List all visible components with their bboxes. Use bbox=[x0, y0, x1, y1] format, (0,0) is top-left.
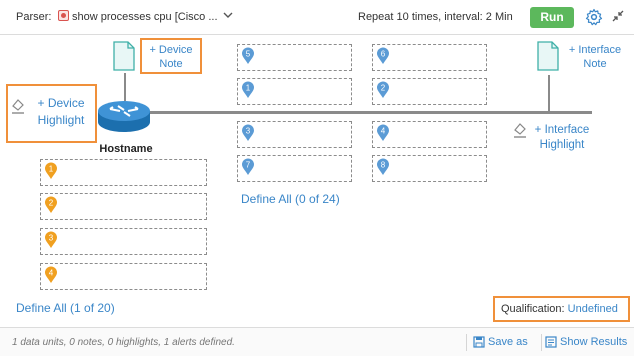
interface-note-icon[interactable] bbox=[537, 41, 559, 71]
results-icon[interactable] bbox=[545, 336, 557, 348]
svg-text:6: 6 bbox=[381, 50, 386, 59]
map-pin-icon: 6 bbox=[376, 47, 390, 65]
interface-data-slot[interactable]: 4 bbox=[372, 121, 487, 148]
interface-data-slot[interactable]: 8 bbox=[372, 155, 487, 182]
device-note-icon[interactable] bbox=[113, 41, 135, 71]
map-pin-icon: 4 bbox=[44, 266, 58, 284]
interface-data-slot[interactable]: 6 bbox=[372, 44, 487, 71]
add-device-highlight-link[interactable]: + Device Highlight bbox=[28, 95, 94, 129]
save-as-button[interactable]: Save as bbox=[488, 336, 528, 348]
add-interface-highlight-link[interactable]: + Interface Highlight bbox=[528, 123, 596, 153]
qualification-text: Qualification: Undefined bbox=[501, 303, 618, 315]
parser-select[interactable]: show processes cpu [Cisco ... bbox=[72, 11, 218, 23]
device-data-slot[interactable]: 1 bbox=[40, 159, 207, 186]
map-pin-icon: 3 bbox=[44, 231, 58, 249]
highlighter-icon bbox=[12, 99, 24, 114]
map-pin-icon: 2 bbox=[376, 81, 390, 99]
interface-define-all-link[interactable]: Define All (0 of 24) bbox=[241, 192, 340, 206]
add-device-note-link[interactable]: + Device Note bbox=[142, 43, 200, 71]
definition-summary: 1 data units, 0 notes, 0 highlights, 1 a… bbox=[12, 337, 235, 348]
map-pin-icon: 8 bbox=[376, 158, 390, 176]
svg-text:4: 4 bbox=[49, 269, 54, 278]
svg-text:1: 1 bbox=[246, 84, 251, 93]
chevron-down-icon[interactable] bbox=[222, 9, 234, 21]
svg-text:3: 3 bbox=[246, 127, 251, 136]
svg-text:3: 3 bbox=[49, 234, 54, 243]
map-pin-icon: 3 bbox=[241, 124, 255, 142]
gear-icon[interactable] bbox=[585, 8, 603, 26]
map-pin-icon: 5 bbox=[241, 47, 255, 65]
interface-data-slot[interactable]: 7 bbox=[237, 155, 352, 182]
map-pin-icon: 7 bbox=[241, 158, 255, 176]
svg-text:2: 2 bbox=[49, 199, 54, 208]
add-interface-note-link[interactable]: + Interface Note bbox=[562, 43, 628, 71]
interface-data-slot[interactable]: 2 bbox=[372, 78, 487, 105]
status-bar: 1 data units, 0 notes, 0 highlights, 1 a… bbox=[0, 327, 634, 356]
qualification-box[interactable]: Qualification: Undefined bbox=[493, 296, 630, 322]
status-divider bbox=[466, 334, 467, 351]
interface-data-slot[interactable]: 5 bbox=[237, 44, 352, 71]
svg-text:7: 7 bbox=[246, 161, 251, 170]
device-data-slot[interactable]: 4 bbox=[40, 263, 207, 290]
interface-data-slot[interactable]: 3 bbox=[237, 121, 352, 148]
parser-icon bbox=[58, 10, 69, 21]
interface-note-connector bbox=[548, 75, 550, 112]
run-button[interactable]: Run bbox=[530, 7, 574, 28]
show-results-button[interactable]: Show Results bbox=[560, 336, 627, 348]
toolbar: Parser: show processes cpu [Cisco ... Re… bbox=[0, 0, 634, 35]
device-data-slot[interactable]: 3 bbox=[40, 228, 207, 255]
svg-text:5: 5 bbox=[246, 50, 251, 59]
svg-text:1: 1 bbox=[49, 165, 54, 174]
svg-text:2: 2 bbox=[381, 84, 386, 93]
svg-text:8: 8 bbox=[381, 161, 386, 170]
map-pin-icon: 1 bbox=[44, 162, 58, 180]
qapp-canvas: + Device Note + Device Highlight Hostnam… bbox=[0, 35, 634, 325]
map-pin-icon: 2 bbox=[44, 196, 58, 214]
map-pin-icon: 4 bbox=[376, 124, 390, 142]
interface-data-slot[interactable]: 1 bbox=[237, 78, 352, 105]
device-define-all-link[interactable]: Define All (1 of 20) bbox=[16, 301, 115, 315]
highlighter-icon bbox=[514, 123, 526, 138]
device-hostname: Hostname bbox=[99, 143, 153, 155]
device-note-connector bbox=[124, 73, 126, 101]
collapse-icon[interactable] bbox=[612, 10, 624, 22]
device-data-slot[interactable]: 2 bbox=[40, 193, 207, 220]
map-pin-icon: 1 bbox=[241, 81, 255, 99]
svg-text:4: 4 bbox=[381, 127, 386, 136]
status-divider bbox=[541, 334, 542, 351]
interface-link bbox=[140, 111, 592, 114]
qualification-label: Qualification: bbox=[501, 303, 565, 315]
parser-label: Parser: bbox=[16, 11, 52, 23]
qualification-value[interactable]: Undefined bbox=[568, 303, 618, 315]
save-icon[interactable] bbox=[473, 336, 485, 348]
repeat-settings[interactable]: Repeat 10 times, interval: 2 Min bbox=[358, 11, 513, 23]
router-icon[interactable] bbox=[96, 99, 152, 133]
